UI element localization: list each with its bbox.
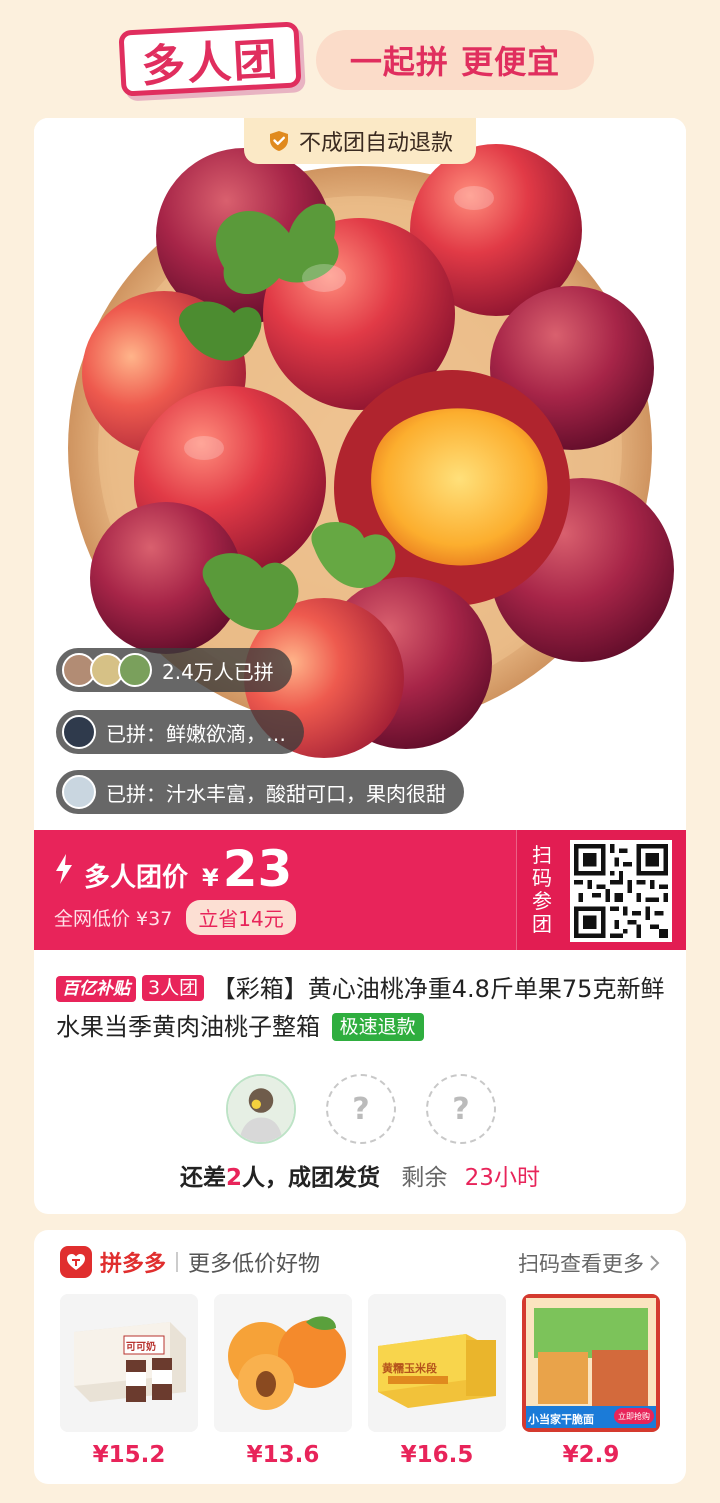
status-count: 2: [226, 1165, 243, 1191]
product-card[interactable]: 不成团自动退款 2.4万人已拼 已拼：鲜嫩欲滴，… 已拼：汁水丰富，酸甜可口，果…: [34, 118, 686, 1214]
recommend-item[interactable]: ¥13.6: [214, 1294, 352, 1468]
thumb-buy-button: 立即抢购: [618, 1412, 650, 1421]
original-price: 全网低价 ¥37: [54, 908, 173, 930]
user-avatar-icon: [228, 1076, 294, 1142]
recommend-list: 可可奶 ¥15.2 ¥13.6 黄糯玉米段 ¥16.5 小当家干脆面 立即抢购 …: [60, 1294, 660, 1468]
save-tag: 立省14元: [186, 900, 296, 935]
review-text: 已拼：汁水丰富，酸甜可口，果肉很甜: [106, 781, 446, 806]
subsidy-tag: 百亿补贴: [56, 976, 136, 1002]
brand-name: 拼多多: [100, 1252, 167, 1277]
scan-more-link[interactable]: 扫码查看更多: [518, 1248, 660, 1278]
empty-slot: ?: [326, 1074, 396, 1144]
chevron-right-icon: [650, 1255, 660, 1271]
price-bar[interactable]: 多人团价 ¥ 23 全网低价 ¥37 立省14元 扫码参团: [34, 830, 686, 950]
qr-code[interactable]: [570, 840, 672, 942]
product-title[interactable]: 百亿补贴 3人团 【彩箱】黄心油桃净重4.8斤单果75克新鲜水果当季黄肉油桃子整箱…: [56, 970, 670, 1046]
avatar: [62, 775, 96, 809]
recommend-item[interactable]: 可可奶 ¥15.2: [60, 1294, 198, 1468]
product-thumbnail[interactable]: 小当家干脆面 立即抢购: [522, 1294, 660, 1432]
auto-refund-badge: 不成团自动退款: [244, 118, 476, 164]
lightning-icon: [56, 854, 72, 884]
status-prefix: 还差: [180, 1165, 227, 1191]
thumb-label: 可可奶: [126, 1342, 156, 1353]
fast-refund-tag: 极速退款: [331, 1013, 424, 1041]
recommend-header: 拼多多 更多低价好物: [60, 1246, 320, 1278]
recommend-item[interactable]: 小当家干脆面 立即抢购 ¥2.9: [522, 1294, 660, 1468]
member-avatar: [226, 1074, 296, 1144]
group-size-tag: 3人团: [142, 975, 205, 1001]
avatar: [118, 653, 152, 687]
recommend-item[interactable]: 黄糯玉米段 ¥16.5: [368, 1294, 506, 1468]
recommend-price: ¥2.9: [562, 1442, 620, 1468]
product-thumbnail[interactable]: 可可奶: [60, 1294, 198, 1432]
scan-to-join[interactable]: 扫码参团: [516, 830, 686, 950]
buyer-avatars: [62, 653, 152, 687]
recommend-subtitle: 更多低价好物: [188, 1252, 321, 1277]
status-suffix: 人，成团发货: [242, 1165, 381, 1191]
joined-count-pill: 2.4万人已拼: [56, 648, 292, 692]
refund-badge-text: 不成团自动退款: [298, 131, 453, 156]
scan-more-text: 扫码查看更多: [518, 1252, 644, 1276]
thumb-label: 小当家干脆面: [528, 1413, 594, 1426]
shield-check-icon: [269, 131, 288, 151]
group-member-slots: ? ?: [226, 1074, 496, 1144]
logo-text: 多人团: [139, 34, 281, 93]
remaining-time: 23小时: [464, 1165, 540, 1191]
price-block: 多人团价 ¥ 23 全网低价 ¥37 立省14元: [54, 844, 296, 935]
slogan-badge: 一起拼 更便宜: [316, 30, 594, 90]
recommend-price: ¥15.2: [92, 1442, 166, 1468]
review-pill: 已拼：汁水丰富，酸甜可口，果肉很甜: [56, 770, 464, 814]
group-status: 还差2人，成团发货 剩余 23小时: [34, 1158, 686, 1192]
pinduoduo-logo-icon: [60, 1246, 92, 1278]
divider: [176, 1252, 179, 1272]
price-currency: ¥: [202, 864, 219, 892]
joined-count-text: 2.4万人已拼: [162, 659, 274, 684]
avatar: [62, 715, 96, 749]
scan-label: 扫码参团: [532, 843, 552, 936]
slogan-text: 一起拼 更便宜: [349, 43, 561, 81]
review-text: 已拼：鲜嫩欲滴，…: [106, 721, 286, 746]
multi-group-logo: 多人团: [118, 21, 302, 97]
product-thumbnail[interactable]: 黄糯玉米段: [368, 1294, 506, 1432]
group-price: 23: [222, 840, 293, 898]
product-thumbnail[interactable]: [214, 1294, 352, 1432]
recommend-price: ¥16.5: [400, 1442, 474, 1468]
thumb-label: 黄糯玉米段: [382, 1362, 437, 1375]
recommend-price: ¥13.6: [246, 1442, 320, 1468]
recommend-card: 拼多多 更多低价好物 扫码查看更多 可可奶 ¥15.2 ¥13.6 黄糯玉米段 …: [34, 1230, 686, 1484]
header: 多人团 一起拼 更便宜: [0, 0, 720, 112]
empty-slot: ?: [426, 1074, 496, 1144]
price-label: 多人团价: [84, 863, 189, 893]
review-pill: 已拼：鲜嫩欲滴，…: [56, 710, 304, 754]
remaining-label: 剩余: [401, 1165, 448, 1191]
